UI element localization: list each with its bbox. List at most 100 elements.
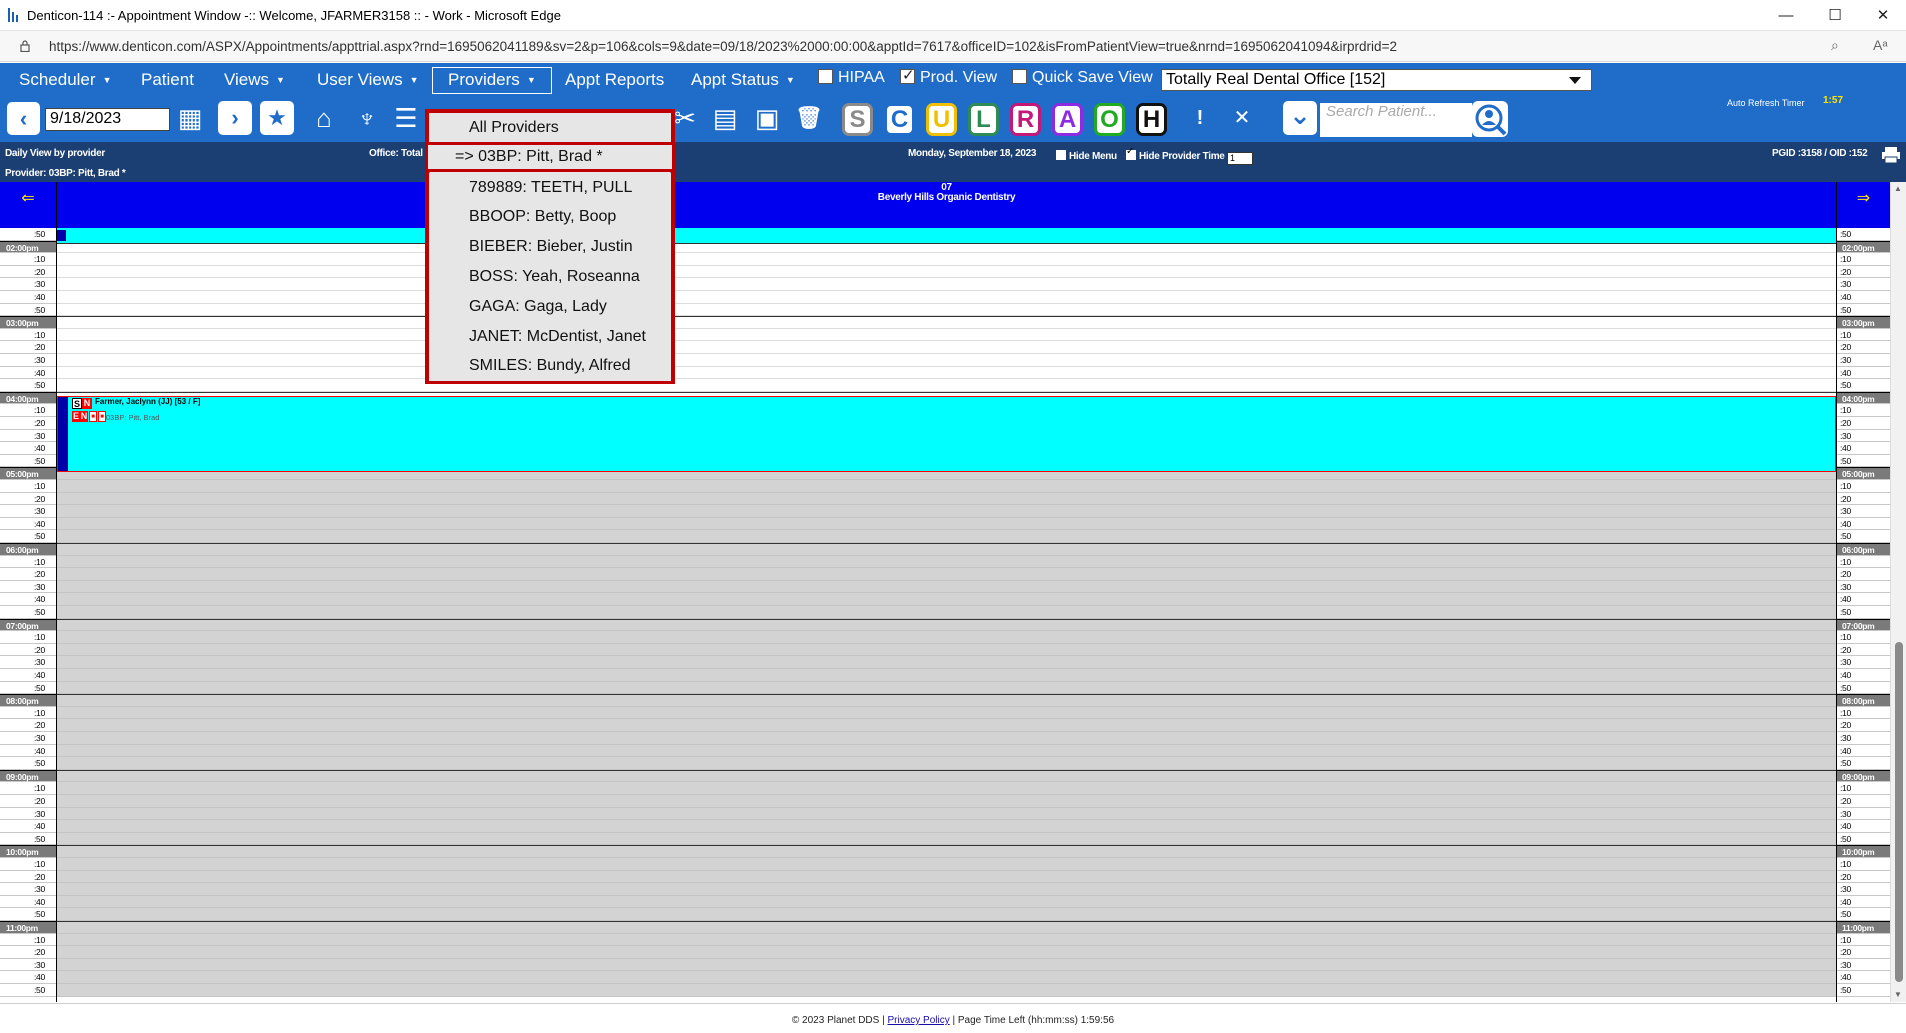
time-slot[interactable]: [57, 580, 1836, 594]
time-slot[interactable]: [57, 845, 1836, 858]
time-slot[interactable]: [57, 643, 1836, 657]
home-icon[interactable]: ⌂: [307, 101, 341, 135]
time-slot[interactable]: [57, 278, 1836, 291]
provider-option[interactable]: GAGA: Gaga, Lady: [429, 291, 671, 322]
time-slot[interactable]: [57, 366, 1836, 380]
status-h-button[interactable]: H: [1136, 103, 1167, 136]
menu-appt-status[interactable]: Appt Status ▼: [691, 70, 795, 90]
time-slot[interactable]: [57, 568, 1836, 581]
search-patient-input[interactable]: Search Patient...: [1320, 103, 1472, 137]
minimize-button[interactable]: —: [1763, 0, 1809, 31]
list-icon[interactable]: ☰: [389, 101, 423, 135]
search-patient-button[interactable]: [1472, 101, 1508, 137]
time-slot[interactable]: [57, 883, 1836, 896]
time-slot[interactable]: [57, 933, 1836, 947]
scrollbar-thumb[interactable]: [1895, 642, 1903, 982]
menu-providers[interactable]: Providers ▼: [432, 67, 552, 94]
time-slot[interactable]: [57, 858, 1836, 871]
provider-option[interactable]: => 03BP: Pitt, Brad *: [425, 141, 675, 172]
tooth-icon[interactable]: ♆: [350, 101, 384, 135]
read-aloud-icon[interactable]: Aᵃ: [1873, 37, 1888, 53]
status-c-button[interactable]: C: [884, 103, 915, 136]
time-slot[interactable]: [57, 543, 1836, 556]
time-slot[interactable]: [57, 303, 1836, 317]
time-slot[interactable]: [57, 732, 1836, 745]
time-slot[interactable]: [57, 354, 1836, 367]
time-slot[interactable]: [57, 631, 1836, 644]
time-slot[interactable]: [57, 492, 1836, 506]
date-input[interactable]: 9/18/2023: [45, 108, 170, 131]
time-slot[interactable]: [57, 946, 1836, 959]
time-slot[interactable]: [57, 681, 1836, 695]
time-slot[interactable]: [57, 328, 1836, 342]
time-slot[interactable]: [57, 706, 1836, 720]
cancel-calendar-icon[interactable]: ✕: [1225, 101, 1259, 135]
menu-scheduler[interactable]: Scheduler ▼: [19, 70, 111, 90]
time-slot[interactable]: [57, 807, 1836, 821]
privacy-policy-link[interactable]: Privacy Policy: [887, 1015, 949, 1026]
next-day-button[interactable]: ›: [218, 101, 252, 135]
time-slot[interactable]: [57, 832, 1836, 846]
calendar-icon[interactable]: ▦: [173, 101, 207, 135]
provider-option[interactable]: BBOOP: Betty, Boop: [429, 202, 671, 233]
time-slot[interactable]: [57, 618, 1836, 632]
alert-calendar-icon[interactable]: !: [1183, 101, 1217, 135]
provider-option[interactable]: JANET: McDentist, Janet: [429, 321, 671, 352]
office-select[interactable]: Totally Real Dental Office [152]: [1161, 69, 1592, 91]
close-window-button[interactable]: ✕: [1860, 0, 1906, 31]
provider-option[interactable]: SMILES: Bundy, Alfred: [429, 351, 671, 382]
left-arrow-icon[interactable]: ⇐: [0, 182, 56, 228]
time-slot[interactable]: [57, 606, 1836, 619]
collapse-icon[interactable]: ⌄: [1283, 101, 1317, 135]
operatory-label[interactable]: 07 Beverly Hills Organic Dentistry: [57, 183, 1836, 203]
time-slot[interactable]: [57, 921, 1836, 934]
hide-menu-checkbox-box[interactable]: [1056, 150, 1066, 160]
time-slot[interactable]: [57, 555, 1836, 569]
printer-icon[interactable]: [1881, 146, 1901, 164]
status-a-button[interactable]: A: [1052, 103, 1083, 136]
hipaa-checkbox-box[interactable]: [818, 69, 833, 84]
time-slot[interactable]: [57, 505, 1836, 518]
provider-option[interactable]: BIEBER: Bieber, Justin: [429, 232, 671, 262]
time-slot[interactable]: [57, 719, 1836, 732]
hide-provider-time-checkbox-box[interactable]: [1126, 146, 1136, 160]
time-slot[interactable]: [57, 669, 1836, 682]
time-slot[interactable]: [57, 341, 1836, 354]
column-count-select[interactable]: 1: [1227, 152, 1253, 165]
maximize-button[interactable]: ☐: [1812, 0, 1858, 31]
menu-views[interactable]: Views ▼: [224, 70, 285, 90]
status-s-button[interactable]: S: [842, 103, 873, 136]
quick-save-view-checkbox-box[interactable]: [1012, 69, 1027, 84]
time-slot[interactable]: [57, 895, 1836, 909]
document-icon[interactable]: ▤: [708, 101, 742, 135]
menu-user-views[interactable]: User Views ▼: [317, 70, 419, 90]
status-u-button[interactable]: U: [926, 103, 957, 136]
provider-option[interactable]: BOSS: Yeah, Roseanna: [429, 262, 671, 292]
scroll-up-icon[interactable]: ▲: [1894, 184, 1902, 193]
time-slot[interactable]: [57, 316, 1836, 329]
time-slot[interactable]: [57, 744, 1836, 758]
hide-provider-time-checkbox[interactable]: Hide Provider Time: [1126, 146, 1225, 162]
favorite-star-icon[interactable]: ★: [260, 101, 294, 135]
time-slot[interactable]: [57, 757, 1836, 770]
status-l-button[interactable]: L: [968, 103, 999, 136]
url-text[interactable]: https://www.denticon.com/ASPX/Appointmen…: [49, 39, 1397, 54]
time-slot[interactable]: [57, 593, 1836, 606]
status-o-button[interactable]: O: [1094, 103, 1125, 136]
menu-appt-reports[interactable]: Appt Reports: [565, 70, 664, 90]
time-slot[interactable]: [57, 820, 1836, 833]
previous-day-button[interactable]: ‹: [7, 102, 40, 135]
time-slot[interactable]: [57, 782, 1836, 795]
time-slot[interactable]: [57, 291, 1836, 304]
time-slot[interactable]: [57, 480, 1836, 493]
provider-option[interactable]: All Providers: [429, 113, 671, 143]
time-slot[interactable]: [57, 984, 1836, 997]
time-slot[interactable]: [57, 517, 1836, 531]
time-slot[interactable]: [57, 795, 1836, 808]
time-slot[interactable]: [57, 870, 1836, 884]
schedule-scrollbar[interactable]: ▲ ▼: [1890, 182, 1906, 1002]
time-slot[interactable]: [57, 253, 1836, 266]
prod-view-checkbox[interactable]: Prod. View: [900, 66, 997, 87]
scroll-down-icon[interactable]: ▼: [1894, 990, 1902, 999]
status-r-button[interactable]: R: [1010, 103, 1041, 136]
